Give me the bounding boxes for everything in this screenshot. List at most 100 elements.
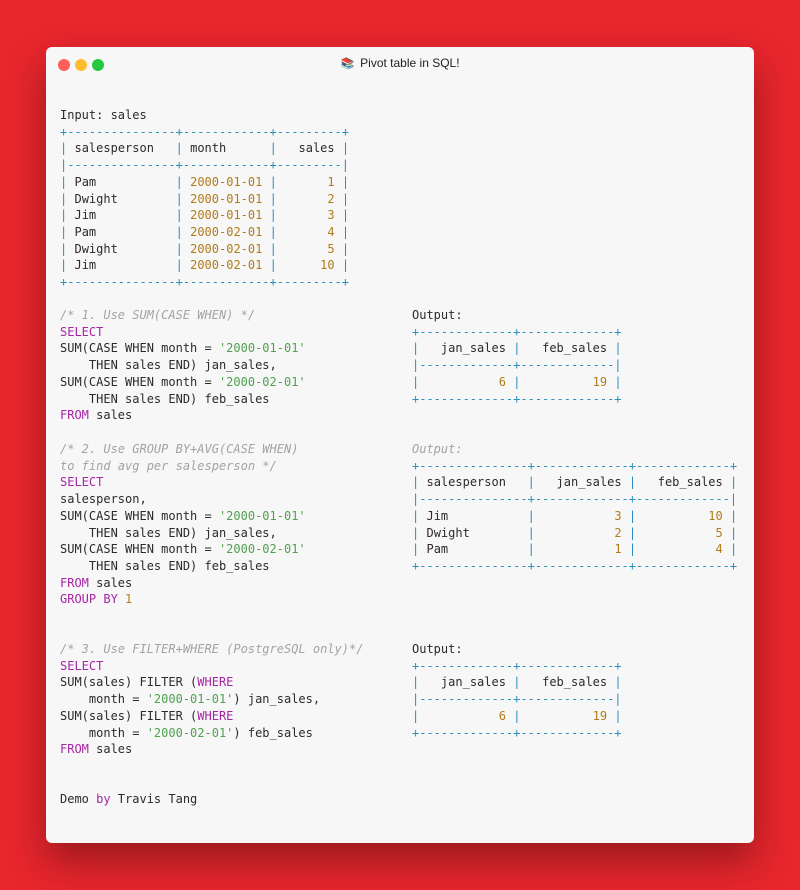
table-header-cell: jan_sales: [426, 341, 506, 356]
table-header-cell: jan_sales: [426, 675, 506, 690]
table-cell: Dwight: [74, 191, 169, 206]
table-cell: 1: [542, 542, 622, 557]
code-token: SUM(CASE WHEN month =: [60, 508, 219, 523]
table-border: |: [730, 525, 738, 540]
table-border: |: [730, 475, 738, 490]
table-border: |: [269, 258, 277, 273]
code-token: FROM: [60, 742, 89, 757]
table-cell: 2000-01-01: [190, 174, 263, 189]
code-token: SUM(CASE WHEN month =: [60, 542, 219, 557]
code-comment: /* 1. Use SUM(CASE WHEN) */: [60, 308, 256, 322]
table-border: |: [269, 208, 277, 223]
code-token: WHERE: [197, 708, 234, 723]
table-border: |: [513, 341, 521, 356]
table-border: +-------------+-------------+: [412, 391, 622, 406]
query-1-output: Output: +-------------+-------------+ | …: [412, 307, 622, 407]
code-token: '2000-02-01': [146, 725, 234, 740]
table-border: |: [60, 208, 68, 223]
code-token: sales: [88, 408, 133, 423]
table-border: |: [175, 174, 183, 189]
output-label: Output:: [412, 642, 463, 656]
table-border: |: [527, 542, 535, 557]
table-cell: 5: [643, 525, 723, 540]
table-border: |: [412, 525, 420, 540]
table-border: |: [175, 208, 183, 223]
code-token: THEN sales END) jan_sales,: [60, 358, 277, 373]
table-border: |: [60, 174, 68, 189]
table-border: |-------------+-------------|: [412, 358, 622, 373]
table-border: +-------------+-------------+: [412, 324, 622, 339]
table-cell: Jim: [426, 508, 521, 523]
table-cell: 2000-01-01: [190, 191, 263, 206]
table-border: |: [341, 224, 350, 239]
table-border: |: [412, 341, 420, 356]
code-token: THEN sales END) feb_sales: [60, 558, 270, 573]
table-border: +---------------+------------+---------+: [60, 124, 349, 139]
code-token: GROUP BY: [60, 592, 118, 607]
table-border: |: [730, 542, 738, 557]
code-token: FROM: [60, 408, 89, 423]
table-border: |: [628, 525, 637, 540]
books-icon: 📚: [340, 58, 355, 70]
table-cell: 6: [426, 374, 506, 389]
code-token: '2000-01-01': [146, 692, 234, 707]
code-token: SELECT: [60, 658, 104, 673]
code-token: SUM(sales) FILTER (: [60, 708, 198, 723]
code-token: 1: [125, 592, 133, 607]
footer-token: by: [96, 792, 111, 806]
table-border: |: [628, 475, 637, 490]
table-border: |: [60, 224, 68, 239]
table-border: |: [60, 191, 68, 206]
table-header-cell: feb_sales: [643, 475, 723, 490]
table-border: |: [614, 341, 622, 356]
table-cell: 10: [643, 508, 723, 523]
table-cell: Pam: [74, 174, 169, 189]
table-header-cell: month: [190, 141, 263, 156]
table-border: |: [513, 708, 521, 723]
table-cell: 2: [284, 191, 335, 206]
table-border: +---------------+-------------+---------…: [412, 458, 738, 473]
table-border: |: [527, 475, 535, 490]
table-cell: 2000-02-01: [190, 258, 263, 273]
table-cell: 3: [284, 208, 335, 223]
table-cell: Pam: [74, 224, 169, 239]
table-border: |: [269, 241, 277, 256]
table-border: |: [341, 208, 350, 223]
code-comment: /* 3. Use FILTER+WHERE (PostgreSQL only)…: [60, 642, 364, 656]
table-border: |: [269, 224, 277, 239]
table-border: |: [513, 675, 521, 690]
table-border: |-------------+-------------|: [412, 692, 622, 707]
table-header-cell: feb_sales: [527, 675, 608, 690]
table-header-cell: sales: [284, 141, 335, 156]
table-cell: 2: [542, 525, 622, 540]
table-cell: 4: [284, 224, 335, 239]
code-token: '2000-02-01': [218, 374, 306, 389]
code-token: SELECT: [60, 324, 104, 339]
app-window: 📚 Pivot table in SQL! Input: sales +-----…: [46, 47, 754, 843]
table-cell: Jim: [74, 208, 169, 223]
code-comment: /* 2. Use GROUP BY+AVG(CASE WHEN): [60, 442, 299, 456]
code-token: sales: [88, 742, 133, 757]
table-cell: 2000-02-01: [190, 241, 263, 256]
code-token: WHERE: [197, 675, 234, 690]
table-border: |: [412, 675, 420, 690]
table-border: +-------------+-------------+: [412, 725, 622, 740]
table-border: |: [269, 141, 277, 156]
code-token: '2000-01-01': [218, 508, 306, 523]
table-border: |: [60, 241, 68, 256]
table-border: |: [412, 475, 420, 490]
footer-credit: Demo by Travis Tang: [60, 791, 197, 808]
table-border: |: [628, 508, 637, 523]
table-cell: 3: [542, 508, 622, 523]
table-border: |: [412, 508, 420, 523]
table-header-cell: salesperson: [426, 475, 521, 490]
table-border: |: [614, 374, 622, 389]
code-token: salesperson,: [60, 492, 147, 507]
table-border: |: [412, 542, 420, 557]
table-border: |: [175, 258, 183, 273]
code-token: SELECT: [60, 475, 104, 490]
output-label: Output:: [412, 442, 463, 456]
table-border: |: [341, 141, 350, 156]
code-token: SUM(CASE WHEN month =: [60, 341, 219, 356]
